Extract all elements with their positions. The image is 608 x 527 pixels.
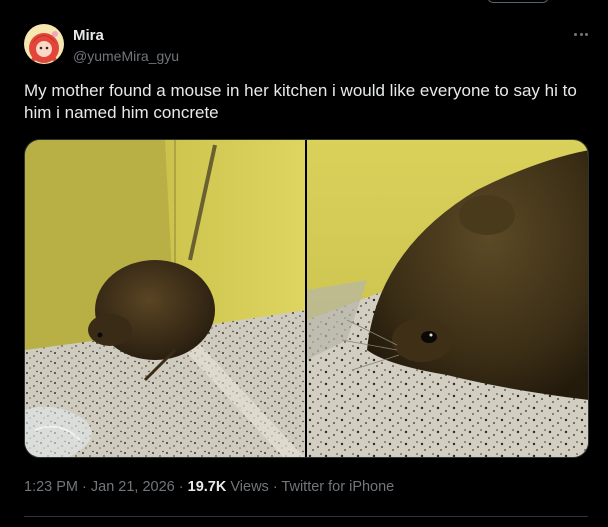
meta-separator: ·: [78, 479, 91, 495]
user-handle[interactable]: @yumeMira_gyu: [73, 47, 179, 65]
author-names: Mira @yumeMira_gyu: [73, 27, 179, 65]
tweet-source[interactable]: Twitter for iPhone: [281, 479, 394, 495]
meta-separator: ·: [174, 479, 188, 495]
avatar[interactable]: [24, 24, 64, 64]
tweet-time[interactable]: 1:23 PM: [24, 479, 78, 495]
views-count: 19.7K: [187, 479, 227, 495]
views-label: Views: [226, 479, 269, 495]
meta-separator: ·: [268, 479, 282, 495]
tweet-text: My mother found a mouse in her kitchen i…: [24, 81, 577, 122]
tweet: Mira @yumeMira_gyu My mother found a mou…: [0, 0, 608, 527]
top-pill-button[interactable]: [487, 0, 549, 3]
divider: [24, 516, 588, 517]
more-horizontal-icon[interactable]: [574, 26, 588, 42]
tweet-header: Mira @yumeMira_gyu: [24, 24, 588, 68]
avatar-image: [24, 24, 64, 64]
photo-mouse-closeup[interactable]: [307, 140, 588, 457]
tweet-date[interactable]: Jan 21, 2026: [91, 479, 175, 495]
media-grid: [24, 139, 589, 458]
photo-mouse-corner[interactable]: [25, 140, 305, 457]
display-name[interactable]: Mira: [73, 27, 179, 45]
tweet-meta: 1:23 PM · Jan 21, 2026 · 19.7K Views · T…: [24, 479, 394, 495]
